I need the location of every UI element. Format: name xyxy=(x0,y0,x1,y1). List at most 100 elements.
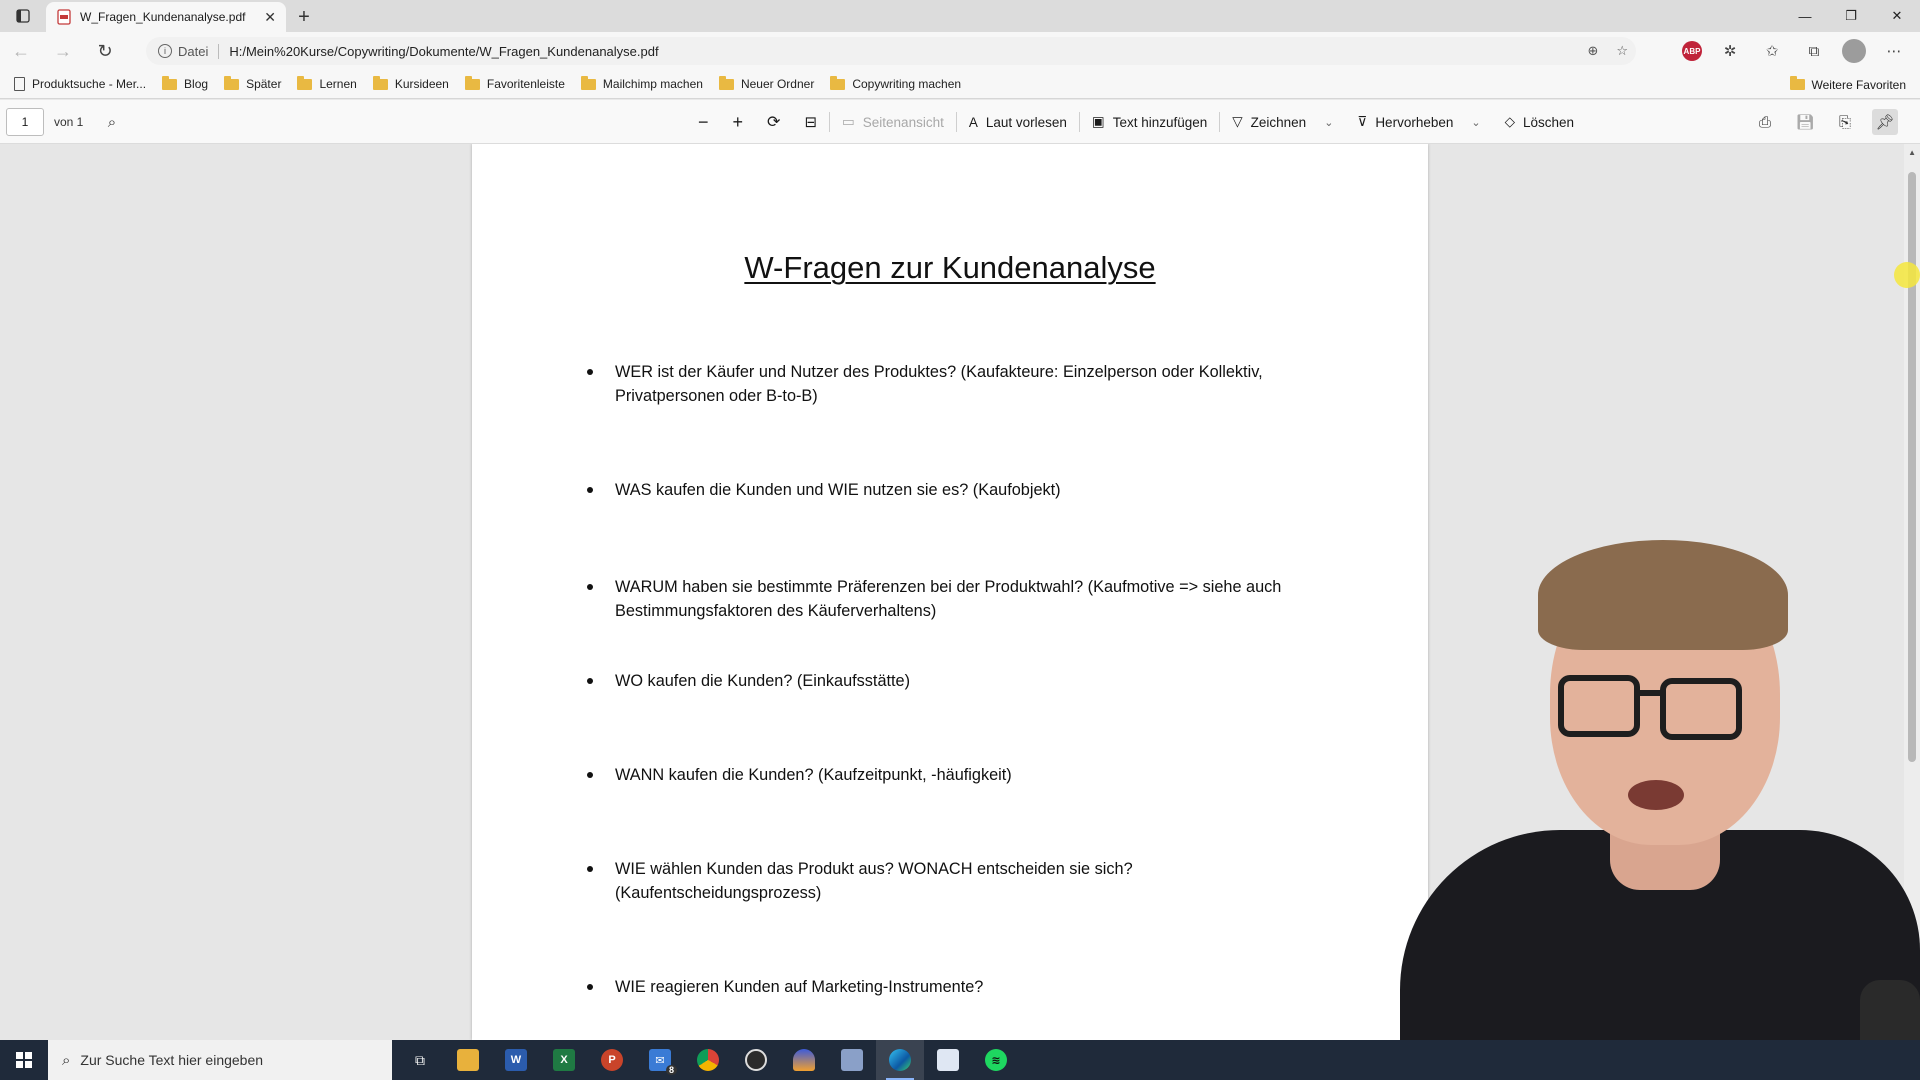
taskbar-word[interactable]: W xyxy=(492,1040,540,1080)
chevron-down-icon[interactable]: ⌄ xyxy=(1324,116,1333,129)
bookmark-label: Neuer Ordner xyxy=(740,77,815,91)
rotate-button[interactable]: ⟳ xyxy=(755,100,792,144)
taskbar-chrome[interactable] xyxy=(684,1040,732,1080)
scroll-up-icon[interactable]: ▲ xyxy=(1908,148,1916,157)
reload-button[interactable]: ↻ xyxy=(84,32,126,70)
bookmark-folder[interactable]: Blog xyxy=(162,75,208,91)
extensions-puzzle-icon[interactable]: ✲ xyxy=(1716,37,1744,65)
taskbar-powerpoint[interactable]: P xyxy=(588,1040,636,1080)
back-button[interactable]: ← xyxy=(0,32,42,70)
site-info-button[interactable]: i Datei xyxy=(158,43,220,59)
page-view-label: Seitenansicht xyxy=(862,114,944,130)
list-item: WANN kaufen die Kunden? (Kaufzeitpunkt, … xyxy=(587,763,1312,787)
draw-label: Zeichnen xyxy=(1250,114,1307,130)
highlight-button[interactable]: ⊽ Hervorheben ⌄ xyxy=(1345,100,1492,144)
fit-page-button[interactable]: ⊟ xyxy=(792,100,829,144)
forward-button[interactable]: → xyxy=(42,32,84,70)
draw-pen-icon: ▽ xyxy=(1232,114,1243,129)
zoom-out-button[interactable]: − xyxy=(686,100,721,144)
bookmark-folder[interactable]: Neuer Ordner xyxy=(718,75,815,91)
plus-icon: + xyxy=(298,5,310,28)
adblock-extension-icon[interactable]: ABP xyxy=(1682,41,1702,61)
close-tab-icon[interactable]: ✕ xyxy=(264,9,276,26)
read-aloud-icon: A xyxy=(968,114,978,130)
bookmark-folder[interactable]: Mailchimp machen xyxy=(580,75,703,91)
mail-badge: 8 xyxy=(665,1065,677,1075)
tab-title: W_Fragen_Kundenanalyse.pdf xyxy=(80,10,246,24)
taskbar-spotify[interactable]: ≋ xyxy=(972,1040,1020,1080)
erase-button[interactable]: ◇ Löschen xyxy=(1493,100,1586,144)
tab-pdf[interactable]: W_Fragen_Kundenanalyse.pdf ✕ xyxy=(46,2,286,32)
bookmark-item[interactable]: Produktsuche - Mer... xyxy=(14,77,146,91)
chrome-icon xyxy=(697,1049,719,1071)
taskbar-app[interactable] xyxy=(924,1040,972,1080)
bookmark-folder[interactable]: Favoritenleiste xyxy=(464,75,565,91)
taskbar-obs[interactable] xyxy=(732,1040,780,1080)
minus-icon: − xyxy=(698,111,709,132)
list-item: WIE wählen Kunden das Produkt aus? WONAC… xyxy=(587,857,1312,905)
spotify-icon: ≋ xyxy=(985,1049,1007,1071)
excel-icon: X xyxy=(553,1049,575,1071)
pdf-tools: − + ⟳ ⊟ ▭ Seitenansicht A Laut vorlesen ▣ T… xyxy=(686,100,1586,144)
app-icon xyxy=(841,1049,863,1071)
window-controls: — ❐ ✕ xyxy=(1782,0,1920,32)
collections-icon[interactable]: ⧉ xyxy=(1800,37,1828,65)
task-view-button[interactable]: ⧉ xyxy=(396,1040,444,1080)
new-tab-button[interactable]: + xyxy=(286,2,322,32)
bookmark-label: Produktsuche - Mer... xyxy=(32,77,147,91)
bookmark-folder[interactable]: Lernen xyxy=(297,75,357,91)
other-favorites[interactable]: Weitere Favoriten xyxy=(1789,70,1906,99)
tab-actions-icon xyxy=(16,9,30,23)
minimize-button[interactable]: — xyxy=(1782,0,1828,32)
profile-avatar[interactable] xyxy=(1842,39,1866,63)
taskbar-excel[interactable]: X xyxy=(540,1040,588,1080)
read-aloud-button[interactable]: A Laut vorlesen xyxy=(957,100,1079,144)
folder-icon xyxy=(580,75,596,90)
chevron-down-icon[interactable]: ⌄ xyxy=(1471,116,1480,129)
bookmark-label: Lernen xyxy=(319,77,357,91)
taskbar-mail[interactable]: ✉ 8 xyxy=(636,1040,684,1080)
other-favorites-label: Weitere Favoriten xyxy=(1811,77,1906,92)
zoom-in-button[interactable]: + xyxy=(721,100,756,144)
page-number-input[interactable]: 1 xyxy=(6,108,44,136)
page-view-button[interactable]: ▭ Seitenansicht xyxy=(830,100,956,144)
list-item: WARUM haben sie bestimmte Präferenzen be… xyxy=(587,575,1312,623)
pin-toolbar-icon[interactable]: 📌︎ xyxy=(1872,109,1898,135)
draw-button[interactable]: ▽ Zeichnen ⌄ xyxy=(1220,100,1345,144)
pdf-toolbar: 1 von 1 ⌕ − + ⟳ ⊟ ▭ Seitenansicht A Laut v… xyxy=(0,100,1920,144)
pdf-search-icon[interactable]: ⌕ xyxy=(100,100,124,144)
list-item-text: WER ist der Käufer und Nutzer des Produk… xyxy=(615,363,1263,405)
bookmark-label: Favoritenleiste xyxy=(486,77,565,91)
list-item: WER ist der Käufer und Nutzer des Produk… xyxy=(587,360,1312,408)
list-item: WIE reagieren Kunden auf Marketing-Instr… xyxy=(587,975,1312,999)
reload-icon: ↻ xyxy=(97,40,113,61)
tab-actions-button[interactable] xyxy=(0,0,46,32)
taskbar-edge[interactable] xyxy=(876,1040,924,1080)
print-icon[interactable]: ⎙ xyxy=(1752,109,1778,135)
taskbar-file-explorer[interactable] xyxy=(444,1040,492,1080)
restore-button[interactable]: ❐ xyxy=(1828,0,1874,32)
list-item-text: WO kaufen die Kunden? (Einkaufsstätte) xyxy=(615,672,911,690)
start-button[interactable] xyxy=(0,1040,48,1080)
save-icon[interactable]: 💾︎ xyxy=(1792,109,1818,135)
taskbar-search-input[interactable]: ⌕ Zur Suche Text hier eingeben xyxy=(48,1040,392,1080)
bookmark-folder[interactable]: Copywriting machen xyxy=(830,75,961,91)
task-view-icon: ⧉ xyxy=(415,1051,425,1068)
close-window-button[interactable]: ✕ xyxy=(1874,0,1920,32)
plus-icon: + xyxy=(732,111,744,132)
zoom-icon[interactable]: ⊕ xyxy=(1587,43,1598,59)
list-item: WO kaufen die Kunden? (Einkaufsstätte) xyxy=(587,669,1312,693)
save-as-icon[interactable]: ⎘ xyxy=(1832,109,1858,135)
favorites-icon[interactable]: ✩ xyxy=(1758,37,1786,65)
favorite-star-icon[interactable]: ☆ xyxy=(1616,43,1628,59)
more-menu-icon[interactable]: ⋯ xyxy=(1880,37,1908,65)
bookmark-folder[interactable]: Kursideen xyxy=(372,75,449,91)
bookmark-folder[interactable]: Später xyxy=(224,75,281,91)
add-text-button[interactable]: ▣ Text hinzufügen xyxy=(1080,100,1219,144)
taskbar: ⌕ Zur Suche Text hier eingeben ⧉ W X P ✉… xyxy=(0,1040,1920,1080)
taskbar-app[interactable] xyxy=(828,1040,876,1080)
bullet-dot xyxy=(587,772,593,778)
taskbar-app[interactable] xyxy=(780,1040,828,1080)
app-icon xyxy=(937,1049,959,1071)
address-input[interactable]: i Datei H:/Mein%20Kurse/Copywriting/Doku… xyxy=(146,37,1636,65)
